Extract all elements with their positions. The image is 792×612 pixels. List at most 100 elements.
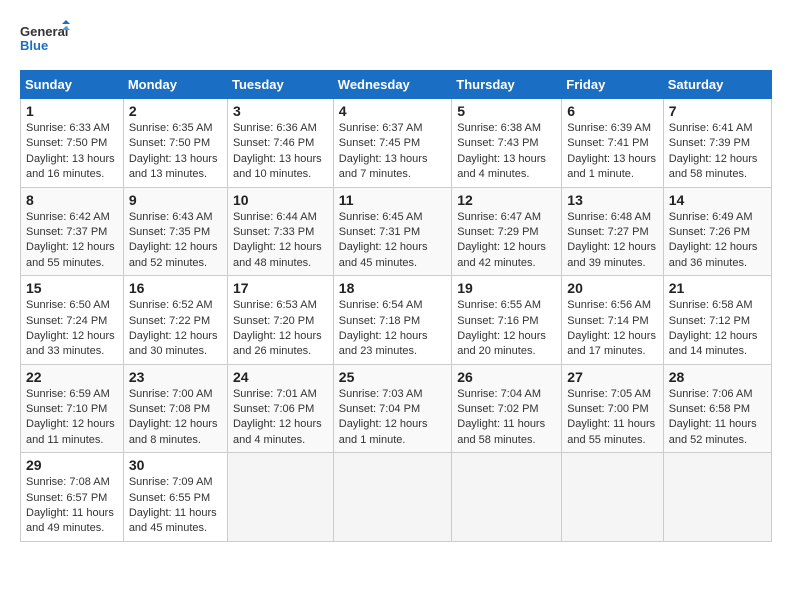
- svg-text:General: General: [20, 24, 68, 39]
- column-header-sunday: Sunday: [21, 71, 124, 99]
- day-info: Sunrise: 7:03 AMSunset: 7:04 PMDaylight:…: [339, 387, 446, 449]
- calendar-cell: 9Sunrise: 6:43 AMSunset: 7:35 PMDaylight…: [123, 187, 227, 276]
- day-info: Sunrise: 6:54 AMSunset: 7:18 PMDaylight:…: [339, 298, 446, 360]
- calendar-cell: 16 Sunrise: 6:52 AMSunset: 7:22 PMDayligh…: [123, 276, 227, 365]
- day-number: 16: [129, 280, 222, 296]
- svg-text:Blue: Blue: [20, 38, 48, 53]
- calendar-cell: 4 Sunrise: 6:37 AMSunset: 7:45 PMDaylight…: [333, 99, 451, 188]
- day-number: 5: [457, 103, 556, 119]
- calendar-cell: 2 Sunrise: 6:35 AMSunset: 7:50 PMDaylight…: [123, 99, 227, 188]
- day-number: 24: [233, 369, 328, 385]
- day-number: 11: [339, 192, 446, 208]
- calendar-cell: 30 Sunrise: 7:09 AMSunset: 6:55 PMDayligh…: [123, 453, 227, 542]
- day-info: Sunrise: 7:05 AMSunset: 7:00 PMDaylight:…: [567, 387, 657, 449]
- day-info: Sunrise: 6:52 AMSunset: 7:22 PMDaylight:…: [129, 298, 222, 360]
- day-number: 26: [457, 369, 556, 385]
- day-number: 18: [339, 280, 446, 296]
- day-info: Sunrise: 6:48 AMSunset: 7:27 PMDaylight:…: [567, 210, 657, 272]
- day-number: 27: [567, 369, 657, 385]
- calendar-table: SundayMondayTuesdayWednesdayThursdayFrid…: [20, 70, 772, 542]
- calendar-cell: 3 Sunrise: 6:36 AMSunset: 7:46 PMDaylight…: [227, 99, 333, 188]
- calendar-cell: 20 Sunrise: 6:56 AMSunset: 7:14 PMDayligh…: [562, 276, 663, 365]
- day-number: 17: [233, 280, 328, 296]
- calendar-week-3: 15Sunrise: 6:50 AMSunset: 7:24 PMDayligh…: [21, 276, 772, 365]
- logo: General Blue: [20, 20, 70, 60]
- column-header-saturday: Saturday: [663, 71, 771, 99]
- day-number: 20: [567, 280, 657, 296]
- column-header-thursday: Thursday: [452, 71, 562, 99]
- day-info: Sunrise: 6:42 AMSunset: 7:37 PMDaylight:…: [26, 210, 118, 272]
- calendar-cell: 14Sunrise: 6:49 AMSunset: 7:26 PMDayligh…: [663, 187, 771, 276]
- day-info: Sunrise: 6:39 AMSunset: 7:41 PMDaylight:…: [567, 121, 657, 183]
- calendar-cell: [663, 453, 771, 542]
- day-number: 25: [339, 369, 446, 385]
- day-info: Sunrise: 6:55 AMSunset: 7:16 PMDaylight:…: [457, 298, 556, 360]
- column-header-friday: Friday: [562, 71, 663, 99]
- calendar-cell: 26 Sunrise: 7:04 AMSunset: 7:02 PMDayligh…: [452, 364, 562, 453]
- column-header-wednesday: Wednesday: [333, 71, 451, 99]
- day-info: Sunrise: 7:04 AMSunset: 7:02 PMDaylight:…: [457, 387, 556, 449]
- calendar-cell: 15Sunrise: 6:50 AMSunset: 7:24 PMDayligh…: [21, 276, 124, 365]
- calendar-cell: 11Sunrise: 6:45 AMSunset: 7:31 PMDayligh…: [333, 187, 451, 276]
- day-info: Sunrise: 6:36 AMSunset: 7:46 PMDaylight:…: [233, 121, 328, 183]
- day-info: Sunrise: 6:59 AMSunset: 7:10 PMDaylight:…: [26, 387, 118, 449]
- day-info: Sunrise: 6:53 AMSunset: 7:20 PMDaylight:…: [233, 298, 328, 360]
- calendar-cell: 1 Sunrise: 6:33 AMSunset: 7:50 PMDaylight…: [21, 99, 124, 188]
- day-info: Sunrise: 6:56 AMSunset: 7:14 PMDaylight:…: [567, 298, 657, 360]
- day-number: 21: [669, 280, 766, 296]
- calendar-cell: 21 Sunrise: 6:58 AMSunset: 7:12 PMDayligh…: [663, 276, 771, 365]
- calendar-week-4: 22Sunrise: 6:59 AMSunset: 7:10 PMDayligh…: [21, 364, 772, 453]
- day-info: Sunrise: 6:33 AMSunset: 7:50 PMDaylight:…: [26, 121, 118, 183]
- day-info: Sunrise: 7:00 AMSunset: 7:08 PMDaylight:…: [129, 387, 222, 449]
- day-number: 30: [129, 457, 222, 473]
- day-number: 12: [457, 192, 556, 208]
- calendar-cell: 18 Sunrise: 6:54 AMSunset: 7:18 PMDayligh…: [333, 276, 451, 365]
- calendar-cell: 25 Sunrise: 7:03 AMSunset: 7:04 PMDayligh…: [333, 364, 451, 453]
- day-info: Sunrise: 6:35 AMSunset: 7:50 PMDaylight:…: [129, 121, 222, 183]
- day-info: Sunrise: 7:01 AMSunset: 7:06 PMDaylight:…: [233, 387, 328, 449]
- day-number: 9: [129, 192, 222, 208]
- day-number: 28: [669, 369, 766, 385]
- column-header-monday: Monday: [123, 71, 227, 99]
- calendar-cell: 8 Sunrise: 6:42 AMSunset: 7:37 PMDaylight…: [21, 187, 124, 276]
- day-number: 8: [26, 192, 118, 208]
- day-info: Sunrise: 6:47 AMSunset: 7:29 PMDaylight:…: [457, 210, 556, 272]
- day-number: 15: [26, 280, 118, 296]
- calendar-cell: 12 Sunrise: 6:47 AMSunset: 7:29 PMDayligh…: [452, 187, 562, 276]
- day-number: 6: [567, 103, 657, 119]
- day-info: Sunrise: 6:37 AMSunset: 7:45 PMDaylight:…: [339, 121, 446, 183]
- day-number: 4: [339, 103, 446, 119]
- day-info: Sunrise: 7:08 AMSunset: 6:57 PMDaylight:…: [26, 475, 118, 537]
- day-number: 23: [129, 369, 222, 385]
- calendar-cell: [452, 453, 562, 542]
- column-header-tuesday: Tuesday: [227, 71, 333, 99]
- day-info: Sunrise: 6:49 AMSunset: 7:26 PMDaylight:…: [669, 210, 766, 272]
- calendar-cell: 24 Sunrise: 7:01 AMSunset: 7:06 PMDayligh…: [227, 364, 333, 453]
- day-info: Sunrise: 7:09 AMSunset: 6:55 PMDaylight:…: [129, 475, 222, 537]
- calendar-cell: 10Sunrise: 6:44 AMSunset: 7:33 PMDayligh…: [227, 187, 333, 276]
- calendar-cell: [227, 453, 333, 542]
- calendar-header-row: SundayMondayTuesdayWednesdayThursdayFrid…: [21, 71, 772, 99]
- calendar-cell: [562, 453, 663, 542]
- calendar-cell: 22Sunrise: 6:59 AMSunset: 7:10 PMDayligh…: [21, 364, 124, 453]
- calendar-week-1: 1 Sunrise: 6:33 AMSunset: 7:50 PMDaylight…: [21, 99, 772, 188]
- calendar-cell: 19Sunrise: 6:55 AMSunset: 7:16 PMDayligh…: [452, 276, 562, 365]
- day-number: 10: [233, 192, 328, 208]
- day-info: Sunrise: 6:41 AMSunset: 7:39 PMDaylight:…: [669, 121, 766, 183]
- day-number: 2: [129, 103, 222, 119]
- day-info: Sunrise: 6:38 AMSunset: 7:43 PMDaylight:…: [457, 121, 556, 183]
- calendar-cell: 6 Sunrise: 6:39 AMSunset: 7:41 PMDaylight…: [562, 99, 663, 188]
- calendar-cell: 17 Sunrise: 6:53 AMSunset: 7:20 PMDayligh…: [227, 276, 333, 365]
- day-info: Sunrise: 6:58 AMSunset: 7:12 PMDaylight:…: [669, 298, 766, 360]
- day-number: 7: [669, 103, 766, 119]
- day-number: 3: [233, 103, 328, 119]
- day-number: 1: [26, 103, 118, 119]
- calendar-cell: 23 Sunrise: 7:00 AMSunset: 7:08 PMDayligh…: [123, 364, 227, 453]
- day-info: Sunrise: 7:06 AMSunset: 6:58 PMDaylight:…: [669, 387, 766, 449]
- day-number: 29: [26, 457, 118, 473]
- calendar-cell: 13 Sunrise: 6:48 AMSunset: 7:27 PMDayligh…: [562, 187, 663, 276]
- calendar-cell: 28 Sunrise: 7:06 AMSunset: 6:58 PMDayligh…: [663, 364, 771, 453]
- day-number: 13: [567, 192, 657, 208]
- page-header: General Blue: [20, 20, 772, 60]
- calendar-week-5: 29 Sunrise: 7:08 AMSunset: 6:57 PMDayligh…: [21, 453, 772, 542]
